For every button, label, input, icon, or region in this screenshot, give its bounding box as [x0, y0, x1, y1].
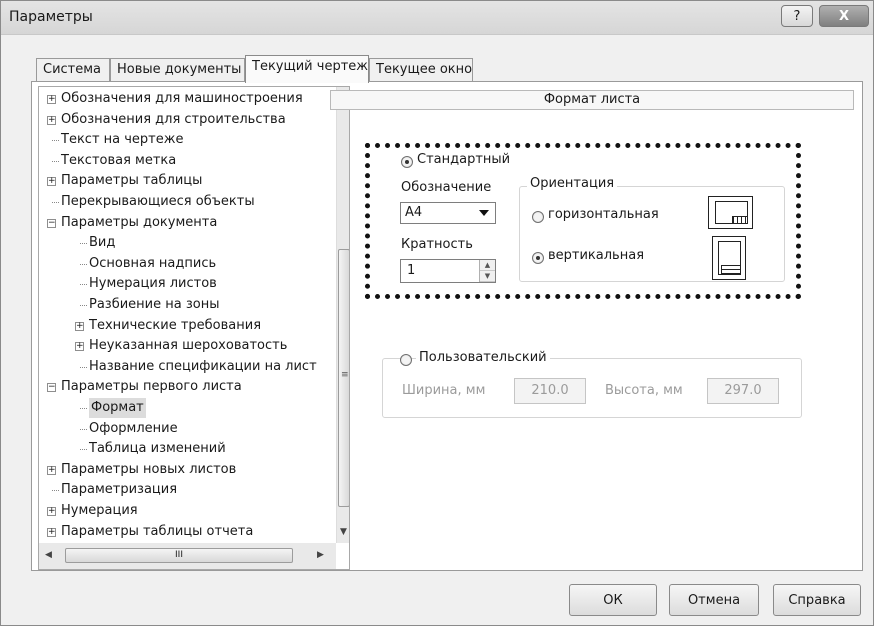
help-button[interactable]: Справка	[773, 584, 861, 616]
designation-select[interactable]: A4	[400, 202, 496, 224]
tree-item-label: Обозначения для машиностроения	[61, 91, 303, 106]
tree-item-label: Основная надпись	[89, 255, 217, 271]
expand-icon[interactable]: +	[47, 507, 56, 516]
tree-item-label: Параметризация	[61, 482, 178, 498]
tab-new-documents[interactable]: Новые документы	[110, 58, 245, 82]
tree-connector	[80, 284, 87, 286]
tree-connector	[80, 449, 87, 451]
ok-button[interactable]: ОК	[569, 584, 657, 616]
designation-value: A4	[405, 205, 423, 220]
scroll-down-icon[interactable]: ▼	[340, 527, 347, 537]
tree-item-label: Таблица изменений	[89, 441, 226, 457]
tree-connector	[80, 366, 87, 368]
tree-connector	[80, 408, 87, 409]
height-field[interactable]: 297.0	[707, 378, 779, 404]
expand-icon[interactable]: +	[47, 95, 56, 104]
tree-item-label: Параметры таблицы	[61, 173, 203, 189]
expand-icon[interactable]: +	[75, 342, 84, 352]
settings-tree[interactable]: + Обозначения для машиностроения + Обозначе…	[38, 86, 350, 570]
portrait-sheet-icon	[712, 236, 746, 280]
help-glyph: ?	[793, 8, 801, 24]
collapse-icon[interactable]: −	[47, 218, 56, 228]
landscape-sheet-icon	[708, 196, 753, 229]
custom-radio[interactable]	[400, 354, 412, 366]
tree-item-label: Параметры таблицы отчета	[61, 523, 254, 539]
tree-item-label: Неуказанная шероховатость	[89, 338, 288, 354]
tree-connector	[52, 490, 59, 492]
tree-item-label: Вид	[89, 235, 116, 251]
stepper-down-icon[interactable]: ▼	[480, 271, 495, 282]
tree-horizontal-scrollbar[interactable]: ◀ III ▶	[39, 543, 336, 569]
width-label: Ширина, мм	[402, 383, 486, 398]
stepper-up-icon[interactable]: ▲	[480, 260, 495, 271]
multiplicity-value: 1	[407, 263, 416, 278]
parameters-dialog: Параметры ? X Система Новые документы Те…	[0, 0, 874, 626]
tree-connector	[52, 140, 59, 142]
standard-label: Стандартный	[417, 152, 511, 167]
horizontal-label: горизонтальная	[548, 207, 659, 222]
tab-system[interactable]: Система	[36, 58, 110, 82]
window-title: Параметры	[9, 9, 93, 25]
orientation-title: Ориентация	[527, 176, 618, 191]
tree-item-label: Разбиение на зоны	[89, 297, 220, 312]
scroll-right-icon[interactable]: ▶	[317, 550, 324, 560]
tree-item-label: Текстовая метка	[61, 152, 177, 168]
width-field[interactable]: 210.0	[514, 378, 586, 404]
tree-connector	[80, 428, 87, 430]
expand-icon[interactable]: +	[47, 115, 56, 125]
tree-item-label: Обозначения для строительства	[61, 111, 286, 127]
custom-label: Пользовательский	[416, 350, 550, 365]
tree-item-label: Технические требования	[89, 317, 262, 333]
expand-icon[interactable]: +	[75, 321, 84, 331]
title-bar: Параметры ? X	[1, 1, 873, 35]
chevron-down-icon	[479, 210, 489, 216]
tree-connector	[80, 305, 87, 306]
tree-connector	[80, 263, 87, 265]
tab-current-window[interactable]: Текущее окно	[369, 58, 473, 82]
collapse-icon[interactable]: −	[47, 383, 56, 393]
tab-panel: + Обозначения для машиностроения + Обозначе…	[31, 81, 863, 571]
designation-label: Обозначение	[401, 180, 492, 195]
expand-icon[interactable]: +	[47, 527, 56, 537]
multiplicity-label: Кратность	[401, 237, 473, 252]
section-header: Формат листа	[330, 90, 854, 110]
vertical-radio[interactable]	[532, 252, 544, 264]
tree-item-label: Перекрывающиеся объекты	[61, 194, 255, 209]
horizontal-scroll-thumb[interactable]: III	[65, 548, 293, 563]
height-label: Высота, мм	[605, 383, 683, 398]
scroll-left-icon[interactable]: ◀	[45, 550, 52, 560]
multiplicity-stepper[interactable]: 1 ▲ ▼	[400, 259, 496, 283]
close-icon[interactable]: X	[819, 5, 869, 27]
tree-item-label: Нумерация листов	[89, 276, 217, 292]
tree-item-label: Параметры первого листа	[61, 379, 242, 395]
grip-icon: ≡	[341, 370, 349, 380]
stepper-buttons: ▲ ▼	[479, 260, 495, 282]
tree-connector	[52, 160, 59, 162]
horizontal-radio[interactable]	[532, 211, 544, 223]
tree-item-label: Параметры новых листов	[61, 461, 237, 477]
tree-item-label: Формат	[89, 398, 146, 418]
tree-item-label: Текст на чертеже	[61, 132, 184, 148]
vertical-scroll-thumb[interactable]: ≡	[338, 249, 349, 507]
help-icon[interactable]: ?	[781, 5, 813, 27]
tree-vertical-scrollbar[interactable]: ▲ ≡ ▼	[336, 87, 349, 543]
grip-glyph: III	[175, 550, 183, 560]
tree-item-label: Нумерация	[61, 503, 138, 518]
tree-item-label: Название спецификации на лист	[89, 358, 317, 374]
close-glyph: X	[838, 8, 850, 24]
cancel-button[interactable]: Отмена	[669, 584, 759, 616]
tab-current-drawing[interactable]: Текущий чертеж	[245, 55, 369, 83]
vertical-label: вертикальная	[548, 248, 645, 263]
standard-radio[interactable]	[401, 156, 413, 168]
expand-icon[interactable]: +	[47, 465, 56, 475]
tree-item-label: Оформление	[89, 420, 178, 436]
expand-icon[interactable]: +	[47, 177, 56, 187]
tree-connector	[80, 243, 87, 245]
tree-item-label: Параметры документа	[61, 214, 218, 230]
tree-connector	[52, 202, 59, 203]
